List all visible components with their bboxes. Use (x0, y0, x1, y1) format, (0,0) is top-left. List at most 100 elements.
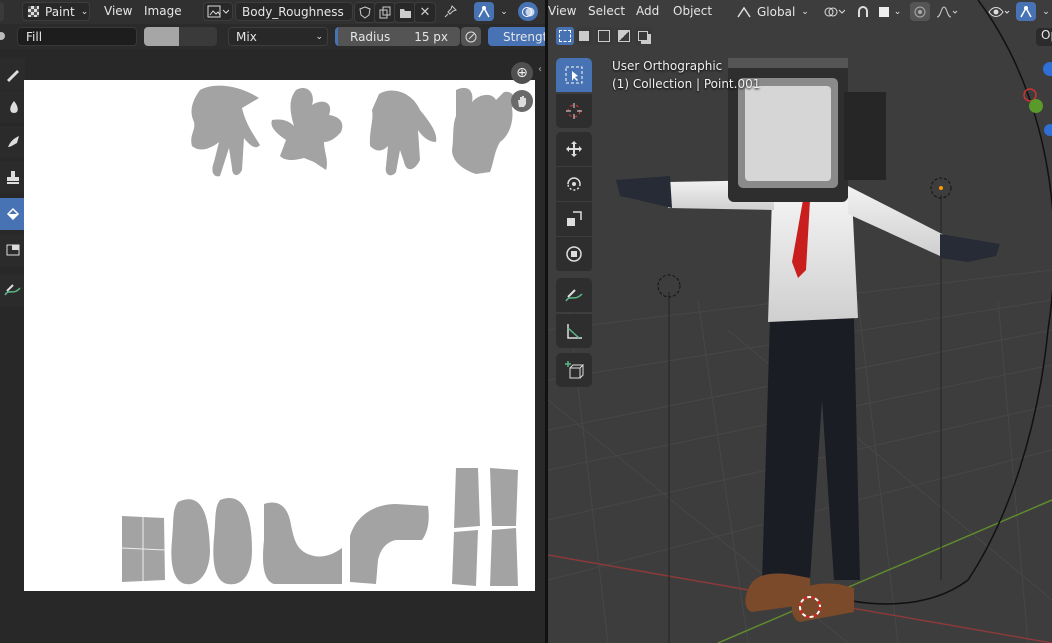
pin-icon (444, 5, 457, 18)
chevron-down-icon: ⌄ (500, 6, 508, 17)
orientation-label: Global (757, 4, 796, 19)
image-name-field[interactable]: Body_Roughness (235, 2, 353, 21)
image-toolbar (0, 58, 25, 308)
menu-add[interactable]: Add (636, 4, 659, 18)
image-icon (207, 5, 229, 17)
gizmo-icon (1020, 5, 1032, 17)
tool-scale[interactable] (556, 202, 592, 236)
pan-button[interactable] (511, 90, 533, 112)
tool-settings-bar: Fill Mix ⌄ Radius 15 px Strength (0, 24, 545, 49)
pressure-icon (465, 31, 477, 42)
image-editor-header: Paint ⌄ View Image Body_Roughness ✕ ⌄ (0, 0, 545, 24)
new-image-button[interactable] (374, 2, 396, 23)
neg-z-axis-icon (1044, 124, 1052, 136)
open-image-button[interactable] (394, 2, 416, 23)
tool-measure[interactable] (556, 314, 592, 348)
uv-sole-1 (171, 499, 210, 585)
color-swatch (144, 27, 179, 46)
menu-object[interactable]: Object (673, 4, 712, 18)
transform-icon (566, 246, 582, 262)
snap-toggle[interactable] (853, 2, 873, 21)
gizmo-toggle[interactable] (1016, 2, 1036, 21)
tool-fill[interactable] (0, 198, 25, 230)
select-invert-button[interactable] (614, 27, 633, 45)
chevron-down-icon: ⌄ (801, 6, 809, 17)
uv-boot-2 (350, 504, 429, 584)
select-intersect-button[interactable] (634, 27, 652, 45)
select-new-icon (558, 30, 571, 42)
fake-user-button[interactable] (354, 2, 376, 23)
chevron-left-icon[interactable]: ‹ (538, 64, 542, 75)
proportional-edit-toggle[interactable] (910, 2, 930, 21)
uv-strip-4 (452, 530, 478, 586)
brush-name-field[interactable]: Fill (17, 27, 137, 46)
uv-hand-3 (369, 90, 437, 176)
pivot-dropdown[interactable] (818, 2, 850, 21)
uv-hand-1 (191, 85, 260, 177)
select-new-button[interactable] (556, 27, 574, 45)
texture-canvas[interactable] (24, 80, 535, 591)
uv-sync-button[interactable] (474, 2, 494, 21)
overlay-icon (522, 6, 535, 17)
pin-button[interactable] (440, 2, 460, 21)
3d-viewport[interactable]: View Select Add Object Global ⌄ ⌄ ⌄ User… (548, 0, 1052, 643)
menu-image[interactable]: Image (144, 4, 182, 18)
strength-slider[interactable]: Strength (488, 27, 545, 46)
menu-select[interactable]: Select (588, 4, 625, 18)
transform-orientation-dropdown[interactable]: Global ⌄ (732, 2, 812, 21)
unlink-image-button[interactable]: ✕ (414, 2, 436, 23)
image-name: Body_Roughness (242, 4, 344, 19)
tool-move[interactable] (556, 132, 592, 166)
brush-color-swatch[interactable] (144, 27, 217, 46)
toolbar-group-transform (556, 132, 592, 272)
zoom-button[interactable]: ⊕ (511, 62, 533, 84)
tool-cursor[interactable] (556, 94, 592, 128)
brush-name: Fill (26, 29, 43, 44)
viewport-title: User Orthographic (612, 59, 723, 73)
uv-strip-2 (454, 468, 480, 528)
uv-hand-4 (452, 87, 515, 174)
radius-slider[interactable]: Radius 15 px (335, 27, 460, 46)
tool-soften[interactable] (0, 91, 25, 123)
tool-mask[interactable] (0, 234, 25, 266)
tool-transform[interactable] (556, 237, 592, 271)
pressure-radius-button[interactable] (461, 27, 481, 46)
scene-render (548, 0, 1052, 643)
options-button[interactable]: Op (1036, 28, 1052, 46)
draw-brush-icon (6, 70, 19, 82)
blend-mode-dropdown[interactable]: Mix ⌄ (228, 27, 328, 46)
select-extend-button[interactable] (575, 27, 594, 45)
tool-rotate[interactable] (556, 167, 592, 201)
falloff-dropdown[interactable] (932, 2, 962, 21)
menu-view[interactable]: View (548, 4, 576, 18)
menu-view[interactable]: View (104, 4, 132, 18)
visibility-dropdown[interactable] (984, 2, 1014, 21)
snap-dropdown[interactable]: ⌄ (494, 2, 514, 21)
editor-type-button[interactable] (0, 2, 4, 21)
select-box-icon (565, 66, 583, 84)
tool-smear[interactable] (0, 126, 25, 158)
gizmo-dropdown[interactable]: ⌄ (1036, 2, 1052, 21)
eye-icon (988, 6, 1010, 17)
tool-annotate[interactable] (556, 278, 592, 312)
move-icon (566, 141, 582, 157)
select-subtract-button[interactable] (595, 27, 613, 45)
uv-sole-2 (213, 498, 252, 585)
navigation-gizmo[interactable] (1018, 55, 1052, 145)
tool-clone[interactable] (0, 161, 25, 193)
tool-add-cube[interactable] (556, 353, 592, 387)
mode-dropdown[interactable]: Paint ⌄ (22, 2, 90, 21)
snap-target-dropdown[interactable]: ⌄ (874, 2, 906, 21)
soften-icon (9, 101, 18, 113)
image-browse-button[interactable] (203, 2, 233, 21)
brush-dot-icon (0, 32, 5, 40)
tool-draw[interactable] (0, 58, 25, 90)
uv-strip-3 (490, 468, 518, 526)
tool-select-box[interactable] (556, 58, 592, 92)
pivot-icon (824, 7, 845, 16)
overlay-toggle[interactable] (518, 2, 538, 21)
radius-value: 15 px (414, 29, 448, 44)
annotate-icon (565, 289, 583, 302)
magnet-icon (858, 5, 868, 17)
tool-annotate[interactable] (0, 274, 25, 306)
